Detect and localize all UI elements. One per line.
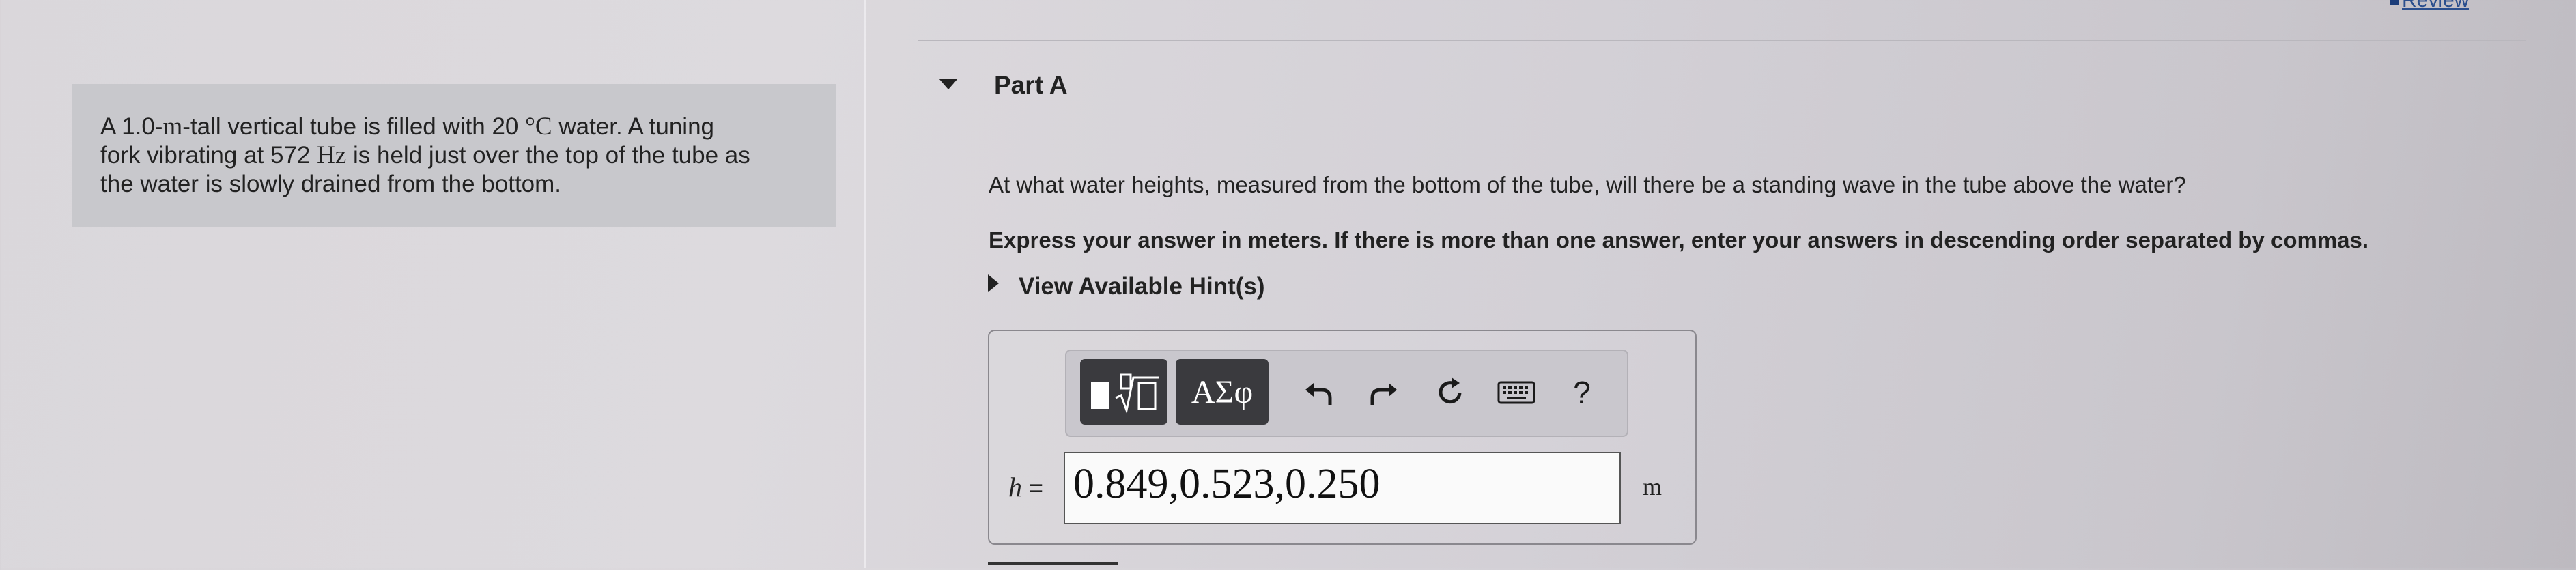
collapse-part-chevron-icon[interactable]	[939, 79, 958, 89]
problem-line-3: the water is slowly drained from the bot…	[100, 171, 562, 197]
panel-divider	[864, 0, 866, 568]
submit-button-edge[interactable]	[988, 562, 1118, 570]
instruction-text: Express your answer in meters. If there …	[989, 227, 2369, 253]
part-title[interactable]: Part A	[994, 71, 1068, 100]
problem-line-2: fork vibrating at 572 Hz is held just ov…	[100, 141, 750, 169]
answer-variable-label: h =	[1008, 472, 1044, 502]
review-link[interactable]: Review	[2402, 0, 2469, 12]
answer-unit: m	[1643, 473, 1662, 500]
problem-statement: A 1.0-m-tall vertical tube is filled wit…	[72, 84, 836, 227]
greek-symbols-button[interactable]: ΑΣφ	[1176, 359, 1269, 425]
review-icon[interactable]	[2390, 0, 2399, 5]
answer-input[interactable]: 0.849,0.523,0.250	[1064, 452, 1621, 524]
hint-expand-icon[interactable]	[988, 274, 999, 292]
reset-icon[interactable]	[1430, 369, 1471, 416]
view-hints-link[interactable]: View Available Hint(s)	[1019, 273, 1264, 300]
keyboard-icon[interactable]	[1491, 369, 1542, 416]
template-radical-icon	[1091, 373, 1159, 414]
question-text: At what water heights, measured from the…	[989, 172, 2186, 197]
problem-line-1: A 1.0-m-tall vertical tube is filled wit…	[100, 113, 715, 141]
undo-icon[interactable]	[1297, 369, 1338, 416]
redo-icon[interactable]	[1364, 369, 1405, 416]
help-button[interactable]: ?	[1565, 369, 1599, 416]
part-divider	[918, 40, 2526, 41]
math-toolbar: ΑΣφ ?	[1065, 350, 1628, 437]
templates-button[interactable]	[1080, 359, 1167, 425]
